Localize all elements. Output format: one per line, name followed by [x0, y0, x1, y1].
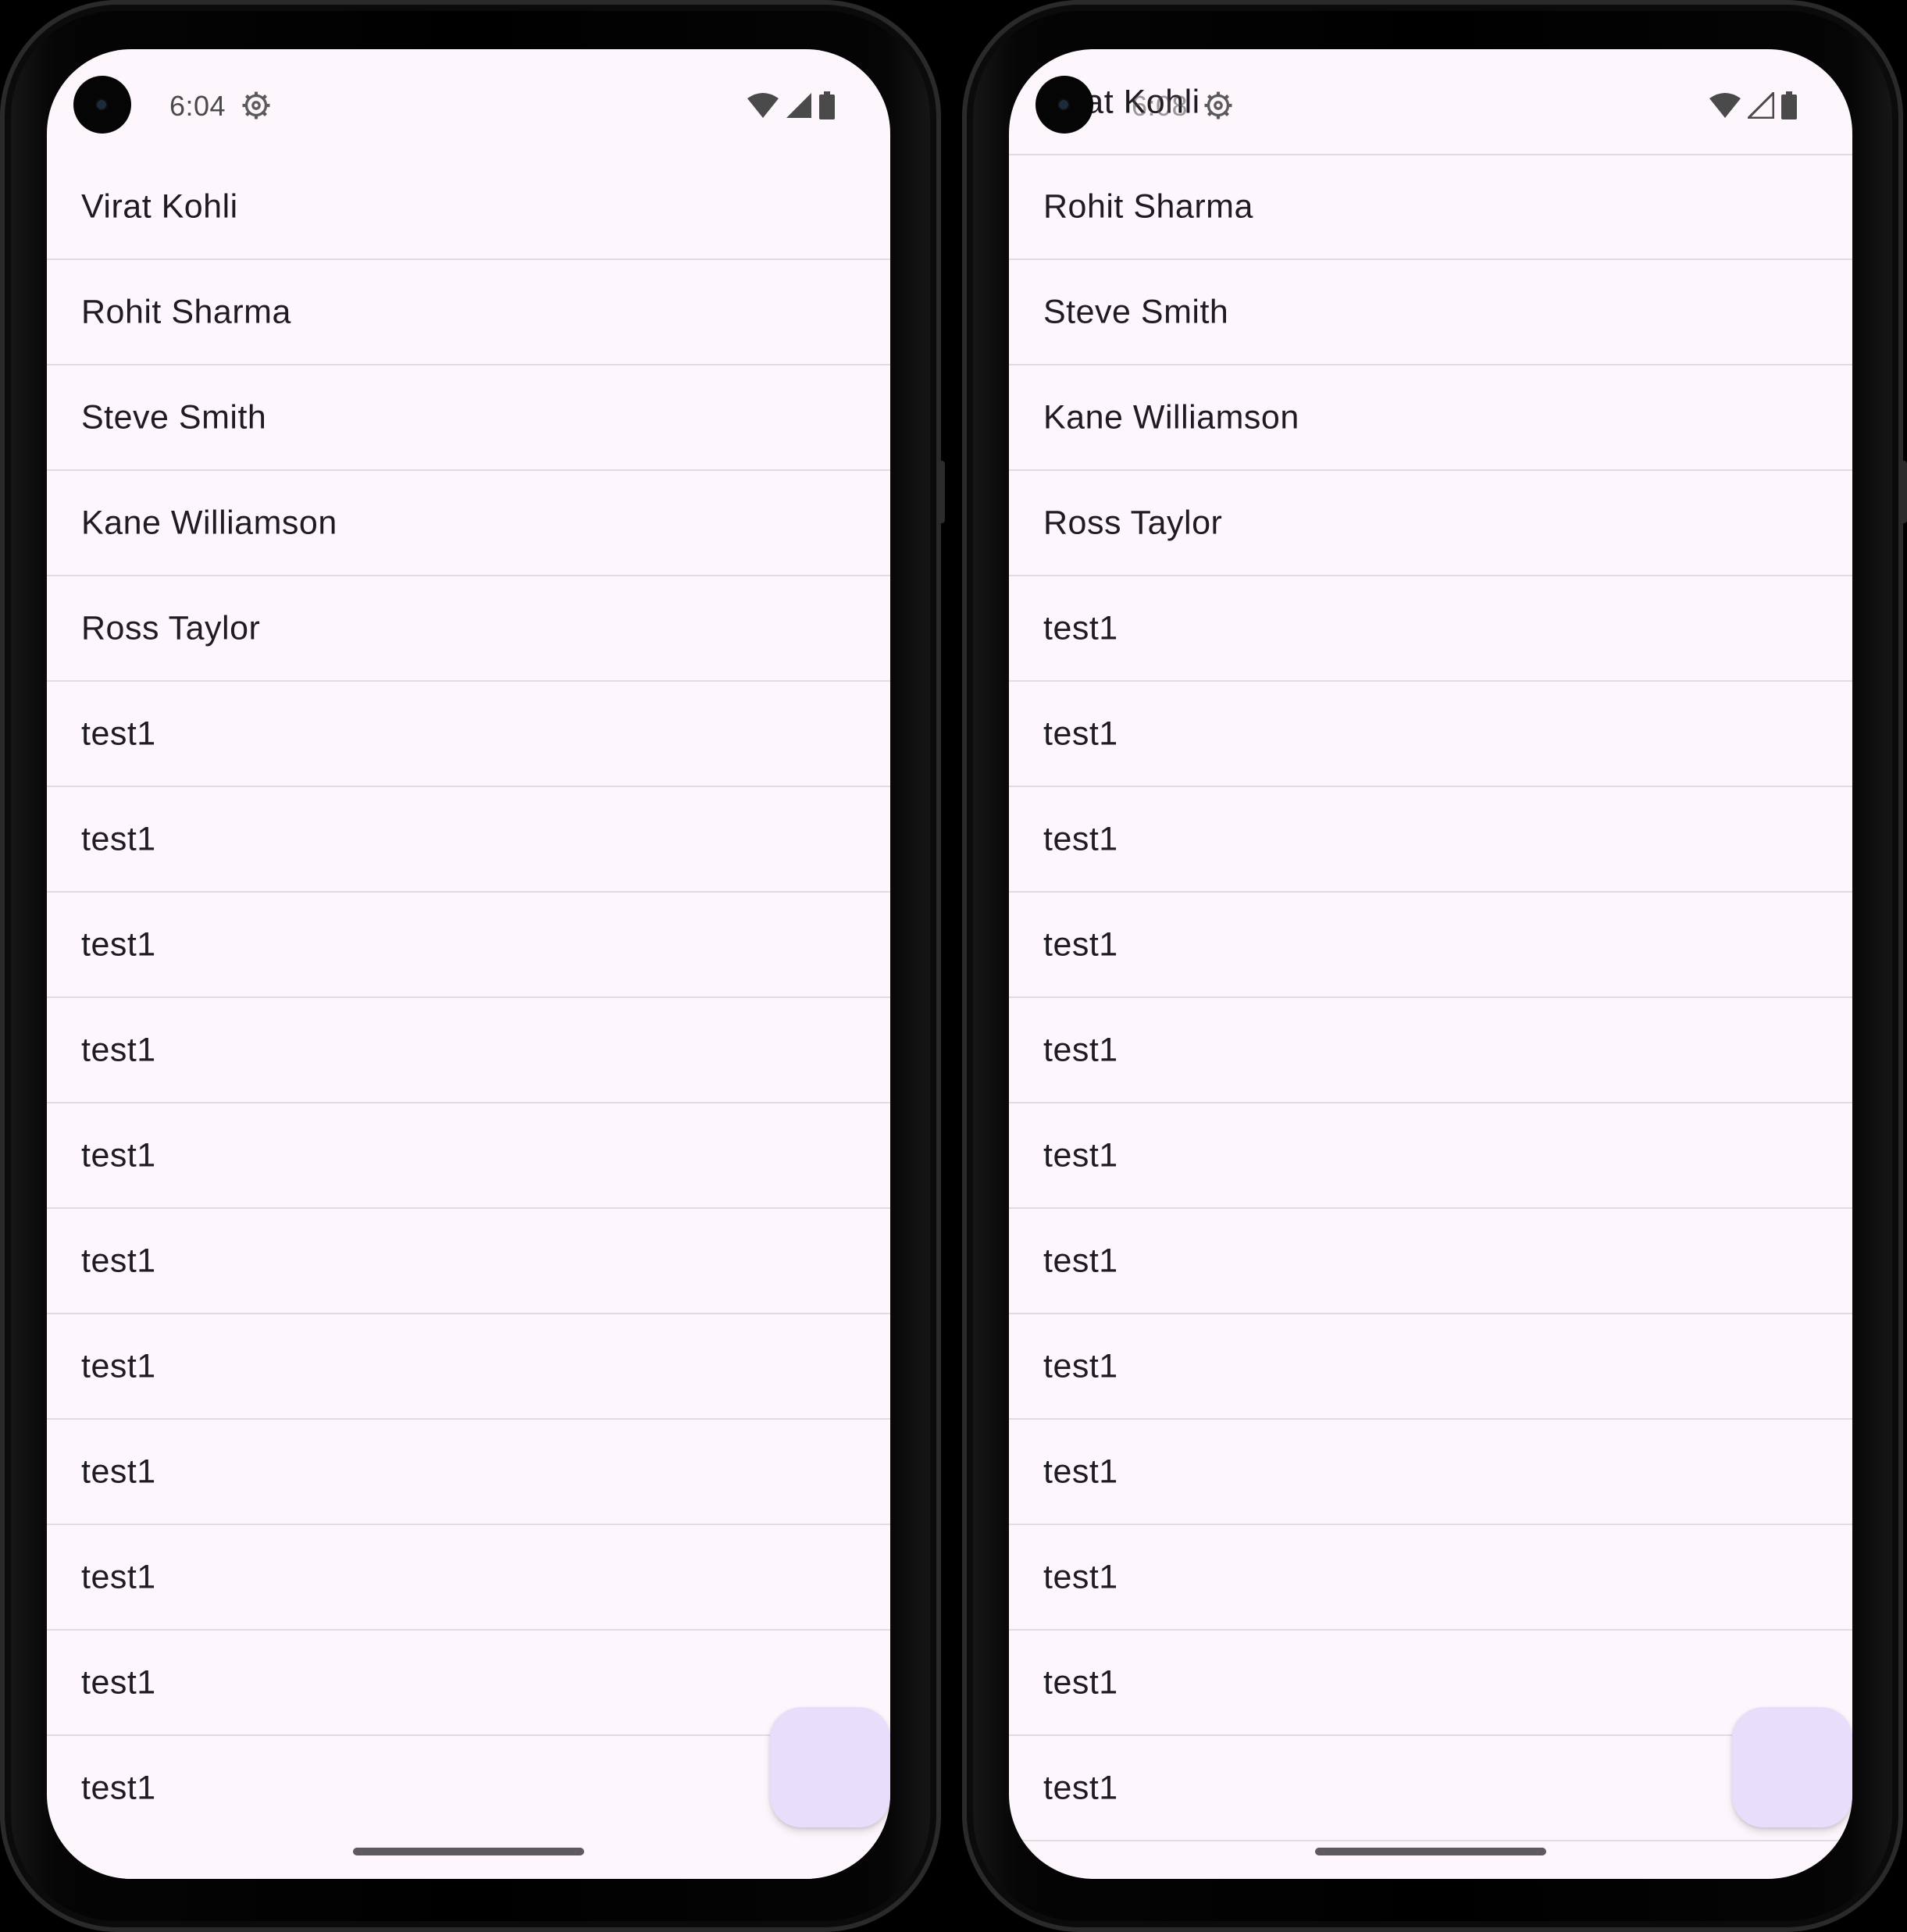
list-item-label: Rohit Sharma — [81, 293, 291, 331]
gesture-nav-bar[interactable] — [1315, 1848, 1546, 1855]
list-item-label: test1 — [1043, 1453, 1118, 1491]
list-item-label: Kane Williamson — [81, 504, 337, 542]
status-clock: 6:04 — [169, 90, 226, 122]
list-item-label: Rohit Sharma — [1043, 187, 1253, 226]
list-item-label: Steve Smith — [81, 398, 267, 437]
right-phone-frame: 6:08 Virat Kohli Rohit Sharma Steve Smit… — [962, 0, 1907, 1932]
list-item[interactable]: test1 — [1009, 1315, 1852, 1420]
list-item-label: test1 — [1043, 1769, 1118, 1807]
list-item-label: test1 — [81, 1031, 156, 1069]
status-bar: 6:08 — [1009, 49, 1852, 155]
floating-action-button[interactable] — [770, 1707, 890, 1827]
status-bar: 6:04 — [47, 49, 890, 155]
list-item-label: test1 — [1043, 1136, 1118, 1175]
list-item-label: Steve Smith — [1043, 293, 1229, 331]
list-item[interactable]: test1 — [47, 1210, 890, 1314]
list-item-label: test1 — [1043, 925, 1118, 964]
list-item-label: test1 — [1043, 1558, 1118, 1596]
power-button — [1899, 461, 1907, 523]
list-item[interactable]: test1 — [47, 1420, 890, 1525]
list-item[interactable]: test1 — [47, 1526, 890, 1631]
list-item-label: test1 — [81, 1558, 156, 1596]
list-item[interactable]: test1 — [47, 1104, 890, 1209]
list-item[interactable]: test1 — [1009, 893, 1852, 998]
list-item[interactable]: test1 — [47, 788, 890, 893]
dual-phone-stage: 6:04 Virat Kohli Rohit Sharma Steve Smit… — [0, 0, 1907, 1932]
list-item[interactable]: Steve Smith — [1009, 261, 1852, 365]
settings-gear-icon — [1204, 91, 1232, 119]
list-item[interactable]: test1 — [1009, 1526, 1852, 1631]
list-item-label: test1 — [1043, 1242, 1118, 1280]
wifi-icon — [747, 93, 779, 118]
list-item[interactable]: Ross Taylor — [1009, 472, 1852, 576]
list-item-label: Ross Taylor — [81, 609, 261, 647]
battery-icon — [819, 91, 835, 119]
wifi-icon — [1709, 93, 1741, 118]
list-item[interactable]: test1 — [1009, 1420, 1852, 1525]
status-icons — [747, 91, 836, 119]
list-item[interactable]: test1 — [1009, 999, 1852, 1103]
gesture-nav-bar[interactable] — [353, 1848, 584, 1855]
list-item-label: Kane Williamson — [1043, 398, 1299, 437]
left-phone-frame: 6:04 Virat Kohli Rohit Sharma Steve Smit… — [0, 0, 945, 1932]
list-item[interactable]: test1 — [1009, 577, 1852, 682]
list-item[interactable]: Kane Williamson — [1009, 366, 1852, 471]
list-item[interactable]: test1 — [47, 893, 890, 998]
front-camera-cutout — [1035, 76, 1093, 134]
settings-gear-icon — [242, 91, 270, 119]
list-item-label: test1 — [1043, 1347, 1118, 1385]
list-item[interactable]: test1 — [1009, 1737, 1852, 1841]
list-item[interactable]: test1 — [47, 683, 890, 787]
list-item[interactable]: Steve Smith — [47, 366, 890, 471]
battery-icon — [1781, 91, 1797, 119]
list-item-label: test1 — [81, 1242, 156, 1280]
list-item[interactable]: Ross Taylor — [47, 577, 890, 682]
list-item-label: test1 — [81, 1136, 156, 1175]
list-item[interactable]: test1 — [1009, 1631, 1852, 1736]
list-item[interactable]: Rohit Sharma — [1009, 155, 1852, 260]
power-button — [937, 461, 945, 523]
list-item-label: test1 — [81, 1453, 156, 1491]
list-item[interactable]: test1 — [47, 1315, 890, 1420]
list-item[interactable]: test1 — [47, 1631, 890, 1736]
list-item-label: test1 — [81, 820, 156, 858]
list-item-label: test1 — [1043, 715, 1118, 753]
list-item-label: test1 — [81, 925, 156, 964]
cell-signal-icon — [786, 93, 811, 118]
list-item-label: test1 — [81, 1347, 156, 1385]
list-item[interactable]: test1 — [1009, 788, 1852, 893]
list-item[interactable]: test1 — [1009, 683, 1852, 787]
cell-signal-icon — [1748, 92, 1774, 119]
floating-action-button[interactable] — [1732, 1707, 1852, 1827]
list-item[interactable]: test1 — [1009, 1210, 1852, 1314]
status-icons — [1709, 91, 1798, 119]
left-screen: 6:04 Virat Kohli Rohit Sharma Steve Smit… — [47, 49, 890, 1879]
list-item-label: test1 — [81, 1663, 156, 1702]
list-item-label: Virat Kohli — [81, 187, 238, 226]
list-item[interactable]: Rohit Sharma — [47, 261, 890, 365]
list-item-label: test1 — [1043, 1031, 1118, 1069]
status-clock: 6:08 — [1132, 90, 1189, 122]
list-item-label: test1 — [1043, 609, 1118, 647]
list-item-label: test1 — [81, 1769, 156, 1807]
list-item[interactable]: test1 — [47, 999, 890, 1103]
list-item[interactable]: test1 — [1009, 1104, 1852, 1209]
list-item-label: test1 — [1043, 820, 1118, 858]
list-item-label: Ross Taylor — [1043, 504, 1223, 542]
list-item-label: test1 — [1043, 1663, 1118, 1702]
list-item-label: test1 — [81, 715, 156, 753]
front-camera-cutout — [73, 76, 131, 134]
right-screen: 6:08 Virat Kohli Rohit Sharma Steve Smit… — [1009, 49, 1852, 1879]
list-item[interactable]: Kane Williamson — [47, 472, 890, 576]
list-item[interactable]: Virat Kohli — [47, 155, 890, 260]
